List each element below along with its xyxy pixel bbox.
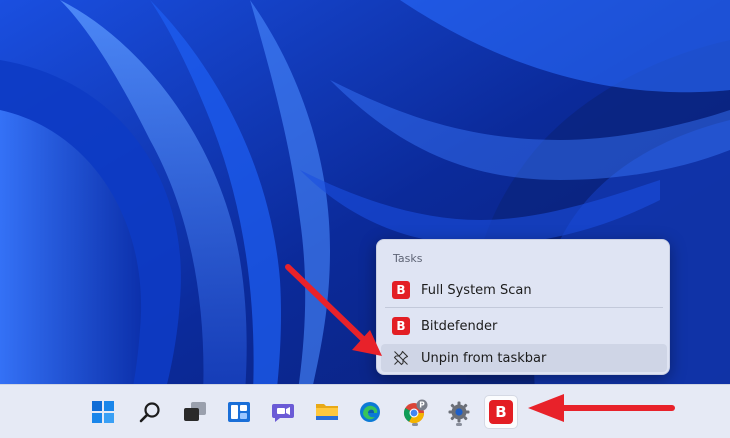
jump-list-item-full-system-scan[interactable]: B Full System Scan	[381, 276, 667, 304]
running-indicator	[412, 423, 418, 426]
edge-button[interactable]	[353, 395, 387, 429]
jump-list-separator	[385, 307, 663, 308]
bitdefender-logo-icon: B	[392, 281, 410, 299]
start-button[interactable]	[86, 395, 120, 429]
taskbar-jump-list: Tasks B Full System Scan B Bitdefender U…	[376, 239, 670, 375]
svg-text:P: P	[419, 401, 425, 410]
search-button[interactable]	[133, 395, 167, 429]
chrome-icon: P	[403, 399, 428, 424]
jump-list-item-label: Unpin from taskbar	[421, 350, 547, 366]
chrome-button[interactable]: P	[398, 395, 432, 429]
jump-list-item-bitdefender[interactable]: B Bitdefender	[381, 312, 667, 340]
bitdefender-icon: B	[489, 400, 513, 424]
widgets-button[interactable]	[222, 395, 256, 429]
search-icon	[139, 402, 160, 423]
taskbar: P B	[0, 384, 730, 438]
jump-list-item-label: Full System Scan	[421, 282, 532, 298]
start-icon	[92, 401, 114, 423]
bitdefender-logo-icon: B	[392, 317, 410, 335]
jump-list-item-unpin[interactable]: Unpin from taskbar	[381, 344, 667, 372]
edge-icon	[360, 402, 380, 422]
file-explorer-icon	[316, 404, 338, 420]
chat-icon	[272, 404, 294, 422]
settings-icon	[448, 401, 470, 423]
running-indicator	[456, 423, 462, 426]
widgets-icon	[228, 402, 250, 422]
bitdefender-taskbar-button[interactable]: B	[484, 395, 518, 429]
task-view-button[interactable]	[178, 395, 212, 429]
file-explorer-button[interactable]	[310, 395, 344, 429]
unpin-icon	[392, 349, 410, 367]
task-view-icon	[184, 402, 206, 421]
jump-list-header: Tasks	[393, 252, 423, 265]
jump-list-item-label: Bitdefender	[421, 318, 498, 334]
settings-button[interactable]	[442, 395, 476, 429]
chat-button[interactable]	[266, 395, 300, 429]
